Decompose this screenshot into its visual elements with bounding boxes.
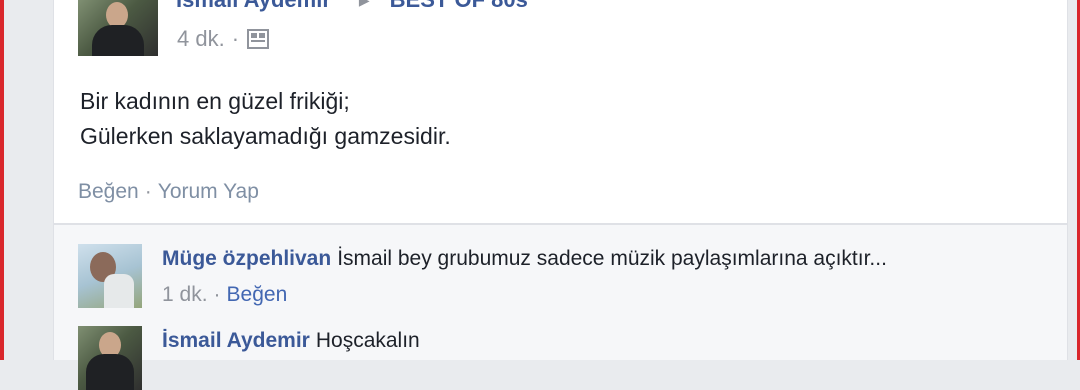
post-author-avatar[interactable] (78, 0, 158, 56)
post-text-line: Gülerken saklayamadığı gamzesidir. (80, 123, 451, 149)
comments-divider (54, 224, 1067, 225)
comment-avatar[interactable] (78, 244, 142, 308)
comment-meta: 1 dk. · Beğen (162, 283, 287, 307)
comment-meta-separator: · (213, 283, 221, 306)
arrow-right-icon: ▶ (359, 0, 370, 9)
comment-line: Müge özpehlivan İsmail bey grubumuz sadec… (162, 247, 887, 271)
post-meta: 4 dk. · (177, 24, 270, 54)
window-edge-left (0, 0, 4, 360)
post-timestamp[interactable]: 4 dk. (177, 26, 225, 52)
comment-text: İsmail bey grubumuz sadece müzik paylaşı… (337, 247, 887, 270)
comment-timestamp[interactable]: 1 dk. (162, 283, 208, 307)
comment-like-link[interactable]: Beğen (227, 283, 288, 307)
comment-author[interactable]: İsmail Aydemir (162, 329, 310, 352)
comment-text: Hoşcakalın (315, 329, 420, 352)
action-separator: · (144, 180, 152, 203)
comment-avatar[interactable] (78, 326, 142, 390)
comment-link[interactable]: Yorum Yap (158, 180, 259, 204)
post-actions: Beğen · Yorum Yap (78, 180, 259, 204)
post-body: Bir kadının en güzel frikiği; Gülerken s… (80, 84, 451, 154)
post-author-name[interactable]: İsmail Aydemir (176, 0, 331, 13)
comment-author[interactable]: Müge özpehlivan (162, 247, 331, 270)
post-text-line: Bir kadının en güzel frikiği; (80, 88, 350, 114)
comment-line: İsmail Aydemir Hoşcakalın (162, 329, 420, 353)
post-header: İsmail Aydemir ▶ BEST OF 80s (176, 0, 528, 14)
like-link[interactable]: Beğen (78, 180, 139, 204)
meta-separator: · (231, 26, 240, 51)
group-icon (246, 27, 270, 51)
group-name-link[interactable]: BEST OF 80s (390, 0, 528, 13)
